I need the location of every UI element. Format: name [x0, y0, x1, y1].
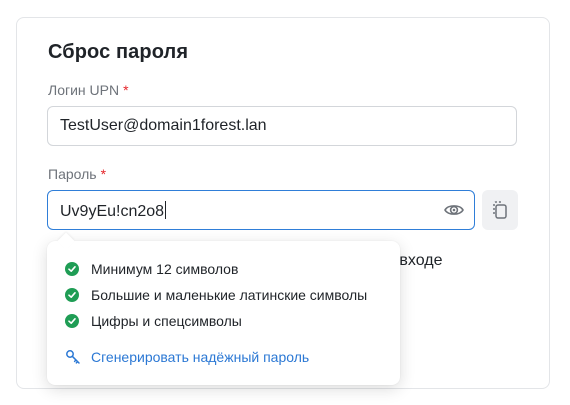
rule-label: Цифры и спецсимволы — [91, 313, 242, 329]
password-rule-length: Минимум 12 символов — [65, 260, 238, 278]
key-icon — [66, 350, 80, 364]
generate-password-link[interactable]: Сгенерировать надёжный пароль — [65, 349, 309, 365]
password-value: Uv9yEu!cn2o8 — [60, 201, 167, 220]
required-mark: * — [100, 166, 107, 182]
text-caret — [165, 201, 167, 219]
generate-password-label: Сгенерировать надёжный пароль — [91, 349, 310, 365]
password-rule-digits: Цифры и спецсимволы — [65, 312, 242, 330]
password-rule-case: Большие и маленькие латинские символы — [65, 286, 367, 304]
page-title: Сброс пароля — [48, 41, 189, 63]
login-label: Логин UPN * — [48, 82, 129, 98]
copy-icon — [493, 201, 507, 219]
check-circle-icon — [65, 314, 79, 328]
login-value: TestUser@domain1forest.lan — [60, 117, 267, 134]
check-circle-icon — [65, 262, 79, 276]
required-mark: * — [123, 82, 129, 98]
check-circle-icon — [65, 288, 79, 302]
copy-password-button[interactable] — [482, 190, 518, 230]
login-input[interactable]: TestUser@domain1forest.lan — [47, 106, 517, 146]
rule-label: Большие и маленькие латинские символы — [91, 287, 368, 303]
password-hints-popover: Минимум 12 символов Большие и маленькие … — [47, 232, 400, 385]
rule-label: Минимум 12 символов — [91, 261, 239, 277]
password-label: Пароль * — [48, 166, 107, 182]
password-input[interactable]: Uv9yEu!cn2o8 — [47, 190, 475, 230]
eye-icon[interactable] — [443, 200, 465, 220]
